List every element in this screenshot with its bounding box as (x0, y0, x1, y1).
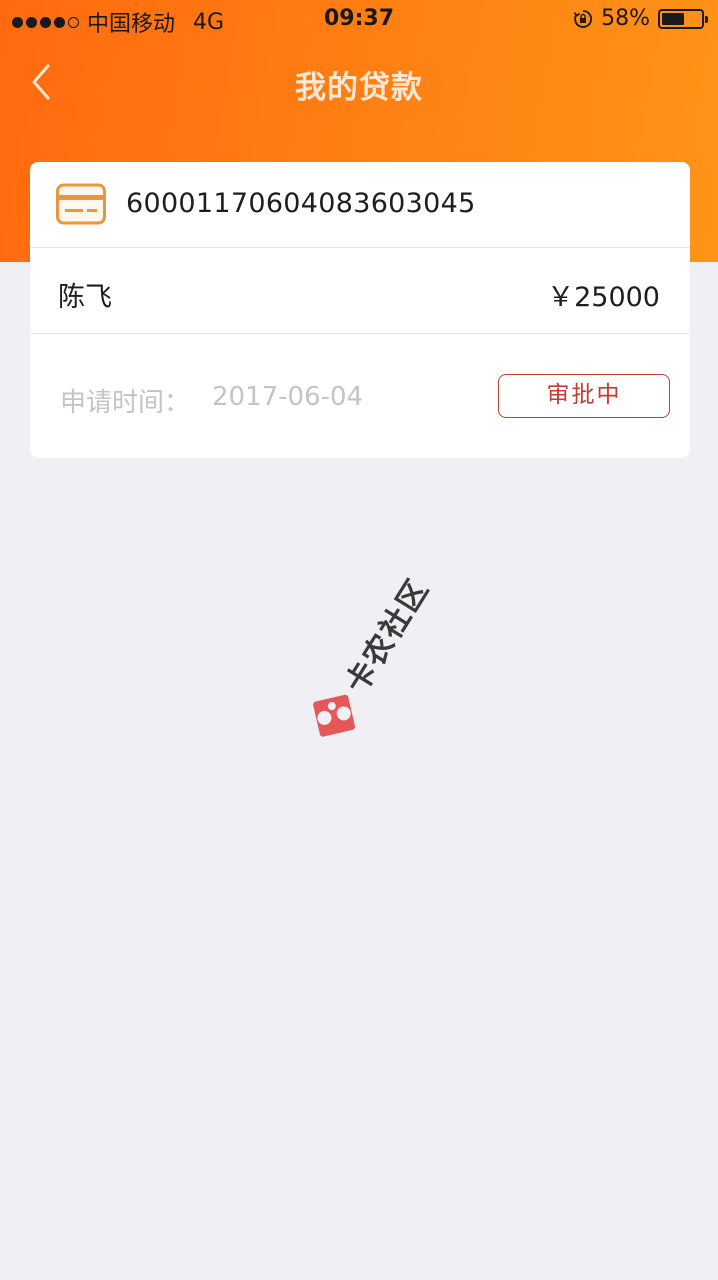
screen: 中国移动 4G 09:37 58% 我的贷款 60001170604083603… (0, 0, 718, 1280)
apply-date: 2017-06-04 (212, 382, 364, 412)
watermark-text: 卡农社区 (339, 572, 437, 700)
bank-card-icon (56, 183, 106, 225)
account-row: 60001170604083603045 (30, 162, 690, 248)
account-number: 60001170604083603045 (126, 188, 476, 219)
status-bar: 中国移动 4G 09:37 58% (0, 0, 718, 40)
loan-amount: ￥25000 (547, 282, 660, 313)
apply-time-row: 申请时间： 2017-06-04 审批中 (30, 334, 690, 458)
battery-percent: 58% (601, 6, 650, 31)
borrower-row: 陈飞 ￥25000 (30, 248, 690, 334)
status-bar-right: 58% (573, 6, 708, 31)
watermark: 卡农社区 (292, 539, 463, 754)
apply-time-label: 申请时间： (60, 388, 191, 418)
navigation-bar: 我的贷款 (0, 40, 718, 124)
page-title: 我的贷款 (295, 70, 423, 106)
rotation-lock-icon (573, 9, 593, 28)
loan-card[interactable]: 60001170604083603045 陈飞 ￥25000 申请时间： 201… (30, 162, 690, 458)
battery-level (662, 12, 685, 25)
battery-icon (658, 8, 708, 29)
borrower-name: 陈飞 (58, 282, 112, 313)
status-button[interactable]: 审批中 (498, 374, 670, 418)
